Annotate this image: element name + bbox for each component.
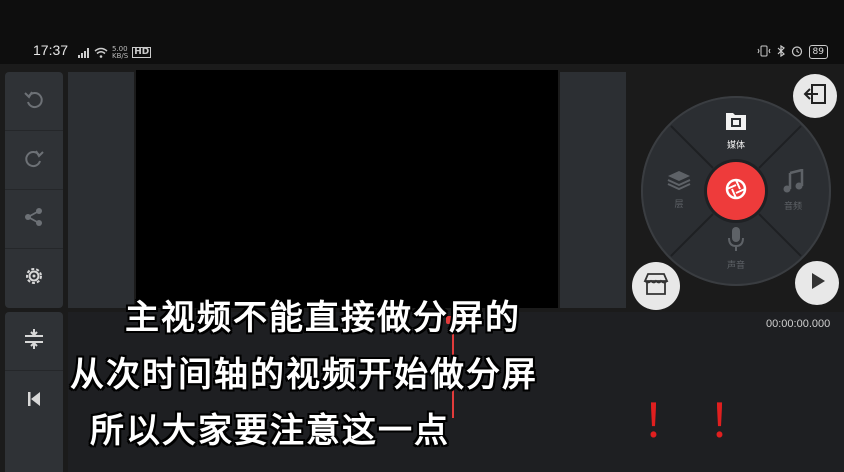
music-note-icon <box>782 168 804 197</box>
layer-button[interactable]: 层 <box>649 169 709 210</box>
timeline-toolbar <box>5 312 63 472</box>
left-toolbar <box>5 72 63 308</box>
layer-label: 层 <box>674 200 684 210</box>
redo-button[interactable] <box>5 131 63 190</box>
settings-button[interactable] <box>5 249 63 307</box>
preview-side-panel-left <box>68 72 134 308</box>
exclamation-mark: ！ <box>642 394 688 448</box>
media-wheel: 媒体 层 音频 声音 <box>641 96 831 286</box>
aperture-icon <box>725 178 747 204</box>
subtitle-line-1: 主视频不能直接做分屏的 <box>125 298 521 338</box>
video-preview[interactable] <box>136 70 558 308</box>
undo-button[interactable] <box>5 72 63 131</box>
signal-icon <box>78 43 90 62</box>
status-icons-right: 89 <box>757 42 828 61</box>
skip-to-start-icon <box>25 390 43 412</box>
alarm-icon <box>791 42 803 61</box>
preview-side-panel-right <box>560 72 626 308</box>
skip-to-start-button[interactable] <box>5 372 63 430</box>
media-button[interactable]: 媒体 <box>706 110 766 151</box>
wifi-icon <box>94 43 108 62</box>
voice-button[interactable]: 声音 <box>706 226 766 271</box>
status-bar: 17:37 5.00 KB/S HD 89 <box>0 0 844 64</box>
share-icon <box>23 206 45 232</box>
gear-icon <box>23 265 45 291</box>
hd-badge: HD <box>132 47 152 58</box>
status-icons-left: 5.00 KB/S HD <box>78 43 152 62</box>
network-speed-unit: KB/S <box>112 51 129 60</box>
split-adjust-icon <box>22 327 46 355</box>
audio-label: 音频 <box>783 202 802 212</box>
battery-indicator: 89 <box>808 44 828 59</box>
share-button[interactable] <box>5 190 63 249</box>
film-icon <box>724 113 748 136</box>
clock: 17:37 <box>33 42 69 58</box>
audio-button[interactable]: 音频 <box>763 168 823 212</box>
media-label: 媒体 <box>726 141 745 151</box>
exclamation-mark: ！ <box>708 394 754 448</box>
microphone-icon <box>726 227 746 256</box>
network-speed: 5.00 KB/S <box>112 45 129 60</box>
voice-label: 声音 <box>726 261 745 271</box>
capture-button[interactable] <box>707 162 765 220</box>
redo-icon <box>23 147 45 173</box>
undo-icon <box>23 88 45 114</box>
bluetooth-icon <box>777 42 785 61</box>
layers-icon <box>666 171 692 195</box>
vibrate-icon <box>757 42 771 61</box>
timeline-adjust-button[interactable] <box>5 312 63 371</box>
